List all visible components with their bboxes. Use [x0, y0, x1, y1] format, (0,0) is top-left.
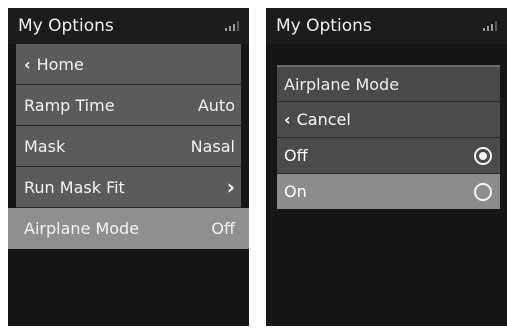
cancel-button[interactable]: ‹ Cancel — [277, 101, 500, 137]
radio-button-icon[interactable] — [474, 182, 492, 201]
signal-strength-icon — [225, 21, 239, 31]
menu-item-home[interactable]: ‹ Home — [16, 44, 241, 85]
option-off[interactable]: Off — [277, 137, 500, 173]
menu-item-mask[interactable]: Mask Nasal — [16, 126, 241, 167]
menu-item-label: Mask — [24, 136, 66, 156]
menu-item-run-mask-fit[interactable]: Run Mask Fit › — [16, 167, 241, 208]
dialog-title: Airplane Mode — [277, 65, 500, 101]
airplane-mode-dialog: Airplane Mode ‹ Cancel Off On — [277, 65, 500, 209]
menu-item-label: Run Mask Fit — [24, 177, 125, 197]
signal-strength-icon — [483, 21, 497, 31]
menu-item-airplane-mode[interactable]: Airplane Mode Off — [8, 208, 249, 249]
menu-item-value: Nasal — [190, 136, 235, 156]
cancel-label: Cancel — [296, 110, 351, 129]
option-label: On — [284, 182, 307, 201]
menu-item-label: Airplane Mode — [24, 219, 140, 238]
option-on[interactable]: On — [277, 173, 500, 209]
menu-item-label: Home — [36, 54, 84, 74]
page-title: My Options — [276, 16, 372, 36]
left-device-screen: My Options ‹ Home Ramp Time Auto Mask Nas… — [8, 8, 249, 326]
menu-item-label: Ramp Time — [24, 95, 115, 115]
header: My Options — [266, 8, 507, 44]
chevron-left-icon: ‹ — [284, 110, 291, 129]
page-title: My Options — [18, 16, 114, 36]
menu-item-value: Off — [211, 219, 235, 238]
option-label: Off — [284, 146, 308, 165]
menu-item-ramp-time[interactable]: Ramp Time Auto — [16, 85, 241, 126]
radio-button-icon[interactable] — [474, 146, 492, 165]
menu-item-value: Auto — [197, 95, 235, 115]
chevron-left-icon: ‹ — [24, 54, 31, 74]
options-menu: ‹ Home Ramp Time Auto Mask Nasal Run Mask… — [8, 44, 249, 249]
chevron-right-icon: › — [226, 175, 235, 199]
header: My Options — [8, 8, 249, 44]
right-device-screen: My Options Airplane Mode ‹ Cancel Off On — [266, 8, 507, 326]
